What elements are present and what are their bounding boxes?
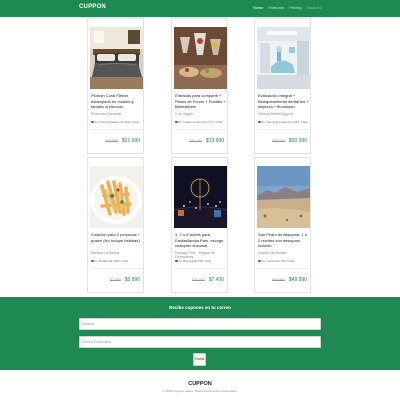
location-pin-icon	[258, 120, 261, 124]
deal-seller: Cantina La Nonna	[91, 251, 120, 255]
divider	[258, 129, 309, 130]
deal-location: Av. Italia Providencia 1771, Chile	[175, 120, 227, 124]
nav-pricing[interactable]: Pricing	[289, 5, 301, 10]
deal-location: Av. Caracoles 150, Chile	[258, 259, 310, 263]
deal-prices: $69.990 $49.990	[272, 277, 307, 283]
deal-title[interactable]: Plumón Coral Fleece estampado en modelo …	[91, 93, 143, 110]
deal-card[interactable]: San Pedro de Atacama: 1 o 2 noches con d…	[254, 157, 311, 293]
divider	[258, 268, 309, 269]
deal-title[interactable]: San Pedro de Atacama: 1 o 2 noches con d…	[258, 232, 310, 249]
deal-card[interactable]: Evaluación integral + Blanqueamiento den…	[254, 18, 311, 154]
footer-brand: CUPPON	[188, 381, 212, 387]
old-price: $11.900	[192, 278, 205, 282]
deal-prices: $44.980 $21.990	[105, 138, 140, 144]
deal-image-pasta[interactable]	[90, 166, 143, 228]
new-price: $21.990	[121, 138, 140, 144]
location-text: Av. Vicuña Mackenna 2932, Chile	[94, 120, 140, 124]
location-text: Av. Italia Providencia 1771, Chile	[178, 120, 223, 124]
deal-seller: Hostal Las Bordas	[258, 251, 287, 255]
submit-button[interactable]: Enviar	[193, 353, 206, 366]
old-price: $69.990	[272, 278, 285, 282]
deal-title[interactable]: Colación para 2 personas + postre (No in…	[91, 232, 143, 243]
location-pin-icon	[91, 120, 94, 124]
deal-location: Av. Bellavista 0101, Chile	[91, 259, 143, 263]
deal-location: Av. Vicuña Mackenna 2932, Chile	[91, 120, 143, 124]
old-price: $26.190	[189, 139, 202, 143]
deal-seller: Clínica Dental Cuppon	[258, 112, 294, 116]
navbar: CUPPON Home Features Pricing Disabled	[0, 0, 400, 17]
deal-location: Av. Nueva Providencia 1363, Chile	[258, 120, 310, 124]
footer-copyright: © 2018 Cuppon Latam. Todos los derechos …	[162, 389, 238, 393]
location-pin-icon	[91, 259, 94, 263]
location-text: Av. Nueva Providencia 1363, Chile	[261, 120, 308, 124]
nav-disabled: Disabled	[306, 5, 322, 10]
deal-image-bedroom[interactable]	[90, 27, 143, 89]
divider	[91, 268, 142, 269]
location-pin-icon	[175, 259, 178, 263]
deal-card[interactable]: Entradas para compartir + Platos de Fond…	[171, 18, 228, 154]
new-price: $49.990	[288, 277, 307, 283]
divider	[175, 268, 226, 269]
brand-logo[interactable]: CUPPON	[79, 4, 106, 10]
deal-prices: $99.990 $20.990	[272, 138, 307, 144]
nav-features[interactable]: Features	[268, 5, 284, 10]
deal-card[interactable]: 1, 2 o 4 tickets para Fantasilandia Park…	[171, 157, 228, 293]
location-text: Av. Caracoles 150, Chile	[261, 259, 295, 263]
deal-image-clinic[interactable]	[257, 27, 310, 89]
new-price: $13.990	[205, 138, 224, 144]
deal-image-desert[interactable]	[257, 166, 310, 228]
email-input[interactable]	[79, 336, 321, 348]
divider	[91, 129, 142, 130]
new-price: $5.990	[124, 277, 140, 283]
deal-title[interactable]: 1, 2 o 4 tickets para Fantasilandia Park…	[175, 232, 227, 249]
nav-links: Home Features Pricing Disabled	[253, 5, 322, 10]
location-text: Av. Beaucheff 938, Chile	[178, 259, 212, 263]
old-price: $44.980	[105, 139, 118, 143]
deal-seller: Il for Vegan	[175, 112, 193, 116]
divider	[175, 129, 226, 130]
old-price: $99.990	[272, 139, 285, 143]
deal-prices: $11.900 $7.490	[192, 277, 224, 283]
deal-image-park[interactable]	[174, 166, 227, 228]
new-price: $7.490	[208, 277, 224, 283]
deal-location: Av. Beaucheff 938, Chile	[175, 259, 227, 263]
deal-seller: Fantasy Park · Parque de Diversiones	[175, 251, 215, 259]
deal-title[interactable]: Entradas para compartir + Platos de Fond…	[175, 93, 227, 110]
deal-card[interactable]: Plumón Coral Fleece estampado en modelo …	[87, 18, 144, 154]
name-input[interactable]	[79, 318, 321, 330]
subscribe-title: Recibe cupones en tu correo	[169, 305, 231, 310]
deal-prices: $26.190 $13.990	[189, 138, 224, 144]
location-pin-icon	[175, 120, 178, 124]
deal-title[interactable]: Evaluación integral + Blanqueamiento den…	[258, 93, 310, 110]
old-price: $7.980	[109, 278, 121, 282]
deal-seller: Plumones Nacional	[91, 112, 122, 116]
location-pin-icon	[258, 259, 261, 263]
deal-prices: $7.980 $5.990	[110, 277, 140, 283]
deal-card[interactable]: Colación para 2 personas + postre (No in…	[87, 157, 144, 293]
new-price: $20.990	[288, 138, 307, 144]
location-text: Av. Bellavista 0101, Chile	[94, 259, 129, 263]
deal-image-cocktails[interactable]	[174, 27, 227, 89]
nav-home[interactable]: Home	[253, 5, 264, 10]
